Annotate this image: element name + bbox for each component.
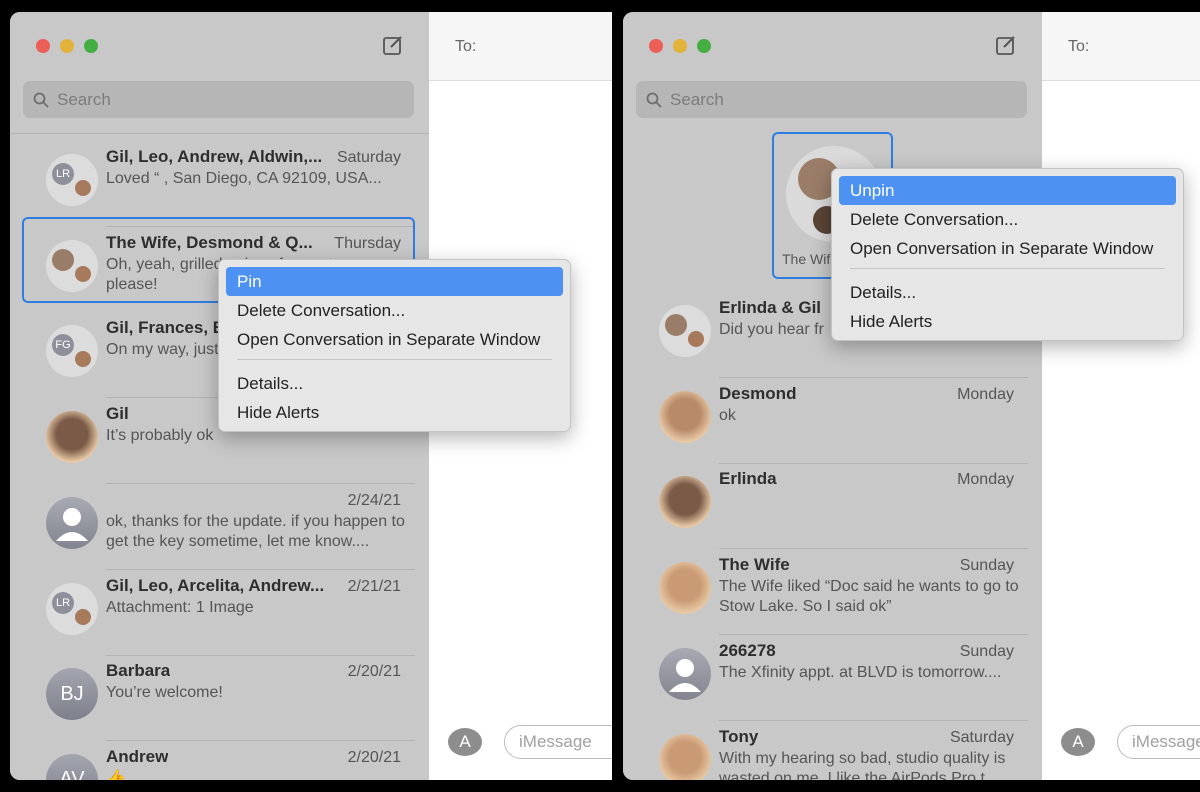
message-preview: Loved “ , San Diego, CA 92109, USA... — [106, 169, 406, 189]
close-button[interactable] — [649, 39, 663, 53]
contact-name: Gil — [106, 404, 129, 424]
contact-name: Gil, Leo, Andrew, Aldwin,... — [106, 147, 322, 167]
menu-item-details[interactable]: Details... — [226, 369, 563, 398]
menu-item-hide-alerts[interactable]: Hide Alerts — [226, 398, 563, 427]
recipient-field[interactable]: To: — [429, 12, 612, 81]
message-date: Saturday — [337, 149, 401, 167]
conversation-pane: To: AiMessage — [1042, 12, 1200, 780]
sidebar: Search The Wif Erlinda & Gil Did you hear… — [623, 12, 1042, 780]
avatar: BJ — [46, 668, 98, 720]
search-icon — [646, 92, 662, 108]
message-date: 2/21/21 — [348, 578, 401, 596]
minimize-button[interactable] — [60, 39, 74, 53]
contact-name: Andrew — [106, 747, 168, 767]
messages-window-right: Search The Wif Erlinda & Gil Did you hear… — [623, 12, 1200, 780]
message-date: 2/24/21 — [348, 492, 401, 510]
contact-name: Barbara — [106, 661, 170, 681]
conversation-row[interactable]: Desmond Monday ok — [623, 378, 1042, 464]
avatar — [46, 411, 98, 463]
compose-icon[interactable] — [995, 34, 1017, 56]
message-input[interactable]: iMessage — [1117, 725, 1200, 759]
contact-name: Erlinda — [719, 469, 777, 489]
context-menu: Unpin Delete Conversation... Open Conversa… — [831, 168, 1184, 341]
close-button[interactable] — [36, 39, 50, 53]
message-preview: 👍 — [106, 769, 406, 780]
contact-name: Gil, Leo, Arcelita, Andrew... — [106, 576, 324, 596]
message-date: Monday — [957, 471, 1014, 489]
conversation-row[interactable]: 266278 Sunday The Xfinity appt. at BLVD is… — [623, 635, 1042, 721]
message-date: Sunday — [960, 643, 1014, 661]
menu-item-details[interactable]: Details... — [839, 278, 1176, 307]
conversation-row[interactable]: AV Andrew 2/20/21 👍 — [10, 741, 429, 780]
search-input[interactable]: Search — [636, 81, 1027, 118]
contact-name: Desmond — [719, 384, 796, 404]
menu-item-open-conversation-in-separate-window[interactable]: Open Conversation in Separate Window — [226, 325, 563, 354]
avatar: LR — [46, 154, 98, 206]
conversation-row[interactable]: 2/24/21 ok, thanks for the update. if you… — [10, 484, 429, 570]
avatar — [659, 476, 711, 528]
contact-name: Gil, Frances, E — [106, 318, 224, 338]
message-input[interactable]: iMessage — [504, 725, 612, 759]
avatar — [659, 648, 711, 700]
zoom-button[interactable] — [84, 39, 98, 53]
minimize-button[interactable] — [673, 39, 687, 53]
message-preview: With my hearing so bad, studio quality i… — [719, 749, 1019, 781]
menu-item-delete-conversation[interactable]: Delete Conversation... — [226, 296, 563, 325]
compose-icon[interactable] — [382, 34, 404, 56]
zoom-button[interactable] — [697, 39, 711, 53]
menu-item-hide-alerts[interactable]: Hide Alerts — [839, 307, 1176, 336]
message-date: 2/20/21 — [348, 663, 401, 681]
to-label: To: — [455, 38, 476, 55]
avatar — [659, 391, 711, 443]
conversation-row[interactable]: Erlinda Monday — [623, 463, 1042, 549]
avatar — [659, 562, 711, 614]
contact-name: Tony — [719, 727, 758, 747]
message-preview: ok, thanks for the update. if you happen… — [106, 512, 406, 552]
menu-item-open-conversation-in-separate-window[interactable]: Open Conversation in Separate Window — [839, 234, 1176, 263]
conversation-row[interactable]: Tony Saturday With my hearing so bad, stud… — [623, 721, 1042, 781]
search-placeholder: Search — [670, 90, 724, 110]
app-store-icon[interactable]: A — [1061, 728, 1095, 756]
message-date: Sunday — [960, 557, 1014, 575]
conversation-row[interactable]: LR Gil, Leo, Arcelita, Andrew... 2/21/21 At… — [10, 570, 429, 656]
menu-item-delete-conversation[interactable]: Delete Conversation... — [839, 205, 1176, 234]
avatar: FG — [46, 325, 98, 377]
menu-separator — [850, 268, 1165, 269]
message-preview: The Wife liked “Doc said he wants to go … — [719, 577, 1019, 617]
recipient-field[interactable]: To: — [1042, 12, 1200, 81]
avatar — [659, 305, 711, 357]
window-controls — [649, 39, 711, 53]
conversation-row[interactable]: BJ Barbara 2/20/21 You’re welcome! — [10, 655, 429, 741]
message-date: Saturday — [950, 729, 1014, 747]
avatar: AV — [46, 754, 98, 780]
app-store-icon[interactable]: A — [448, 728, 482, 756]
contact-name: 266278 — [719, 641, 776, 661]
contact-name: The Wife — [719, 555, 790, 575]
search-icon — [33, 92, 49, 108]
pinned-label: The Wif — [782, 251, 830, 267]
search-input[interactable]: Search — [23, 81, 414, 118]
avatar — [46, 497, 98, 549]
contact-name: Erlinda & Gil — [719, 298, 821, 318]
to-label: To: — [1068, 38, 1089, 55]
search-placeholder: Search — [57, 90, 111, 110]
message-preview: Attachment: 1 Image — [106, 598, 406, 618]
message-preview: You’re welcome! — [106, 683, 406, 703]
message-preview: The Xfinity appt. at BLVD is tomorrow...… — [719, 663, 1019, 683]
menu-separator — [237, 359, 552, 360]
avatar: LR — [46, 583, 98, 635]
message-preview: ok — [719, 406, 1019, 426]
menu-item-pin[interactable]: Pin — [226, 267, 563, 296]
message-date: 2/20/21 — [348, 749, 401, 767]
conversation-row[interactable]: LR Gil, Leo, Andrew, Aldwin,... Saturday Lo… — [10, 141, 429, 227]
message-date: Monday — [957, 386, 1014, 404]
context-menu: Pin Delete Conversation... Open Conversati… — [218, 259, 571, 432]
conversation-row[interactable]: The Wife Sunday The Wife liked “Doc said h… — [623, 549, 1042, 635]
avatar — [659, 734, 711, 781]
menu-item-unpin[interactable]: Unpin — [839, 176, 1176, 205]
divider — [10, 133, 429, 134]
window-controls — [36, 39, 98, 53]
